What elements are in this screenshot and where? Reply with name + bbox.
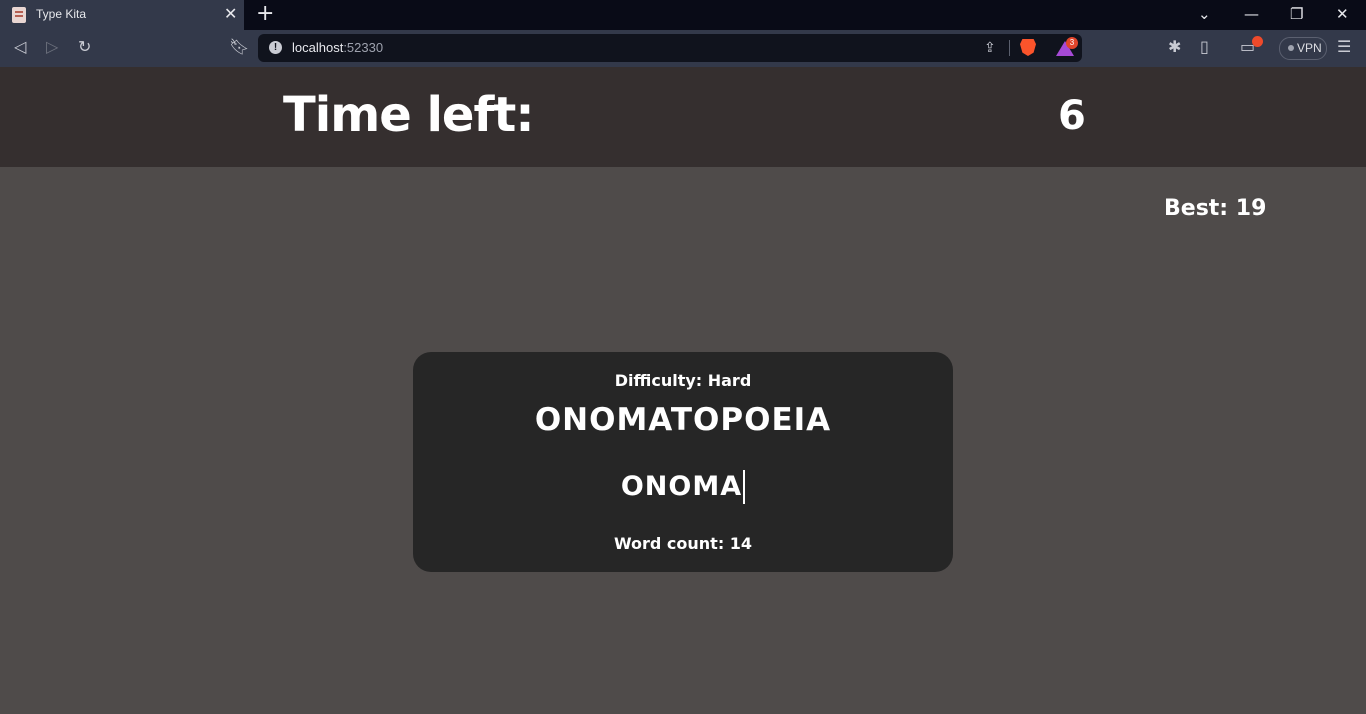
difficulty-label: Difficulty: Hard	[614, 371, 752, 390]
address-bar[interactable]: ! localhost:52330 ⇪ 3	[258, 34, 1082, 62]
clipboard-icon	[12, 7, 26, 23]
best-score: Best: 19	[1164, 196, 1267, 221]
back-icon[interactable]: ◁	[14, 38, 26, 56]
game-card: Difficulty: Hard ONOMATOPOEIA ONOMA Word…	[413, 352, 953, 572]
target-word: ONOMATOPOEIA	[534, 402, 832, 438]
vpn-label: VPN	[1297, 41, 1322, 55]
tab-title: Type Kita	[36, 7, 87, 21]
chevron-down-icon[interactable]: ⌄	[1198, 5, 1211, 23]
share-icon[interactable]: ⇪	[984, 40, 996, 56]
restore-icon[interactable]: ❐	[1290, 5, 1303, 23]
browser-toolbar: ◁ ▷ ↻ 🔖︎ ! localhost:52330 ⇪ 3 ✱ ▯ ▭ VPN…	[0, 30, 1366, 67]
extensions-icon[interactable]: ✱	[1168, 38, 1181, 56]
reload-icon[interactable]: ↻	[78, 38, 91, 56]
plus-icon[interactable]: +	[256, 3, 274, 25]
bookmark-icon[interactable]: 🔖︎	[229, 38, 249, 56]
close-window-icon[interactable]: ✕	[1336, 5, 1349, 23]
time-left-value: 6	[1058, 93, 1086, 139]
word-input[interactable]: ONOMA	[413, 470, 953, 504]
menu-icon[interactable]: ☰	[1337, 38, 1351, 56]
forward-icon[interactable]: ▷	[46, 38, 58, 56]
wallet-badge	[1252, 36, 1263, 47]
info-icon[interactable]: !	[269, 41, 282, 54]
time-left-label: Time left:	[283, 87, 535, 143]
word-count: Word count: 14	[613, 534, 753, 553]
vpn-status-icon	[1288, 45, 1294, 51]
url-text: localhost:52330	[292, 40, 384, 55]
browser-tabbar: Type Kita ✕ + ⌄ — ❐ ✕	[0, 0, 1366, 30]
divider	[1009, 40, 1010, 56]
timer-header: Time left: 6	[0, 67, 1366, 167]
sidebar-icon[interactable]: ▯	[1200, 38, 1209, 56]
brave-shields-icon[interactable]	[1020, 39, 1036, 56]
close-icon[interactable]: ✕	[224, 5, 237, 23]
rewards-badge: 3	[1066, 37, 1078, 49]
typed-text[interactable]: ONOMA	[621, 470, 746, 504]
vpn-button[interactable]: VPN	[1279, 37, 1327, 60]
browser-tab[interactable]: Type Kita ✕	[0, 0, 244, 30]
minimize-icon[interactable]: —	[1244, 5, 1259, 23]
